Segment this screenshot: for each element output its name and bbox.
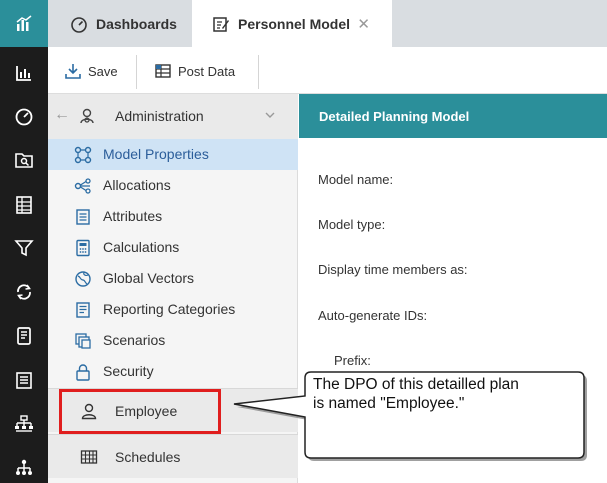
nav-item-label: Security [103,363,154,379]
report-icon [16,372,32,389]
rail-explore-button[interactable] [0,144,48,176]
back-arrow-icon[interactable]: ← [54,106,70,124]
schedule-grid-icon [80,450,98,464]
scenarios-icon [75,333,91,349]
rail-reports-button[interactable] [0,57,48,89]
allocations-icon [74,178,91,194]
rail-org-button[interactable] [0,452,48,483]
nav-item-attributes[interactable]: Attributes [48,201,298,232]
nav-item-scenarios[interactable]: Scenarios [48,325,298,356]
save-download-icon [65,64,81,79]
toolbar-divider [136,55,137,89]
gauge-icon [15,108,33,126]
main-panel-header: Detailed Planning Model [299,94,607,138]
chevron-down-icon[interactable] [264,109,276,121]
search-folder-icon [15,153,33,168]
administration-icon [80,108,94,124]
globe-icon [75,271,91,287]
save-button-label: Save [88,63,118,79]
post-data-button-label: Post Data [178,63,236,79]
rail-dashboards-button[interactable] [0,100,48,132]
tab-dashboards[interactable]: Dashboards [48,0,192,47]
model-type-label: Model type: [318,217,386,232]
rail-filter-button[interactable] [0,232,48,264]
schedules-label: Schedules [115,449,181,465]
nav-item-label: Calculations [103,239,180,255]
bar-chart-icon [16,66,31,81]
callout-text: The DPO of this detailled plan is named … [313,375,583,413]
attributes-icon [76,209,90,225]
tab-personnel-model-label: Personnel Model [238,15,351,32]
edit-model-icon [213,16,229,32]
rail-report-button[interactable] [0,364,48,396]
model-name-label: Model name: [318,172,394,187]
nav-item-global-vectors[interactable]: Global Vectors [48,263,298,294]
nav-item-model-properties[interactable]: Model Properties [48,139,298,170]
nav-item-schedules[interactable]: Schedules [48,434,298,478]
tab-bar: Dashboards Personnel Model ✕ [48,0,607,47]
callout-line-2: is named "Employee." [313,395,465,412]
nav-item-security[interactable]: Security [48,356,298,387]
sync-icon [17,284,31,300]
nav-item-label: Global Vectors [103,270,195,286]
rail-sheets-button[interactable] [0,189,48,221]
tab-dashboards-label: Dashboards [96,15,177,32]
prefix-label: Prefix: [334,353,371,368]
toolbar: Save Post Data [48,47,607,94]
nav-item-label: Reporting Categories [103,301,236,317]
nav-item-label: Scenarios [103,332,166,348]
tab-personnel-model[interactable]: Personnel Model ✕ [192,0,392,47]
model-properties-icon [74,146,92,164]
post-data-button[interactable]: Post Data [154,60,235,82]
administration-label: Administration [115,108,204,124]
analytics-logo-icon [16,14,32,31]
nav-item-label: Attributes [103,208,163,224]
dashboard-gauge-icon [71,16,87,33]
filter-icon [14,240,34,257]
spreadsheet-icon [16,196,32,214]
tab-close-icon[interactable]: ✕ [357,15,370,33]
report-categories-icon [76,302,90,318]
callout-line-1: The DPO of this detailled plan [313,376,519,393]
hierarchy-icon [15,415,33,432]
nav-item-reporting-categories[interactable]: Reporting Categories [48,294,298,325]
auto-generate-ids-label: Auto-generate IDs: [318,308,428,323]
display-time-label: Display time members as: [318,262,468,277]
rail-planning-button[interactable] [0,320,48,352]
nav-item-allocations[interactable]: Allocations [48,170,298,201]
nav-item-label: Model Properties [103,146,209,162]
lock-icon [76,364,90,381]
administration-header[interactable]: ← Administration [48,94,298,139]
app-icon-rail [0,0,48,483]
nav-item-label: Allocations [103,177,171,193]
main-panel-title: Detailed Planning Model [319,109,470,124]
rail-hierarchy-button[interactable] [0,408,48,440]
post-data-grid-icon [155,64,171,78]
nav-item-calculations[interactable]: Calculations [48,232,298,263]
org-chart-icon [16,459,32,475]
toolbar-divider [258,55,259,89]
employee-highlight-box [59,389,221,434]
rail-sync-button[interactable] [0,276,48,308]
save-button[interactable]: Save [64,60,118,82]
app-logo-button[interactable] [0,0,48,47]
calculator-icon [76,239,90,257]
calendar-book-icon [17,327,31,345]
